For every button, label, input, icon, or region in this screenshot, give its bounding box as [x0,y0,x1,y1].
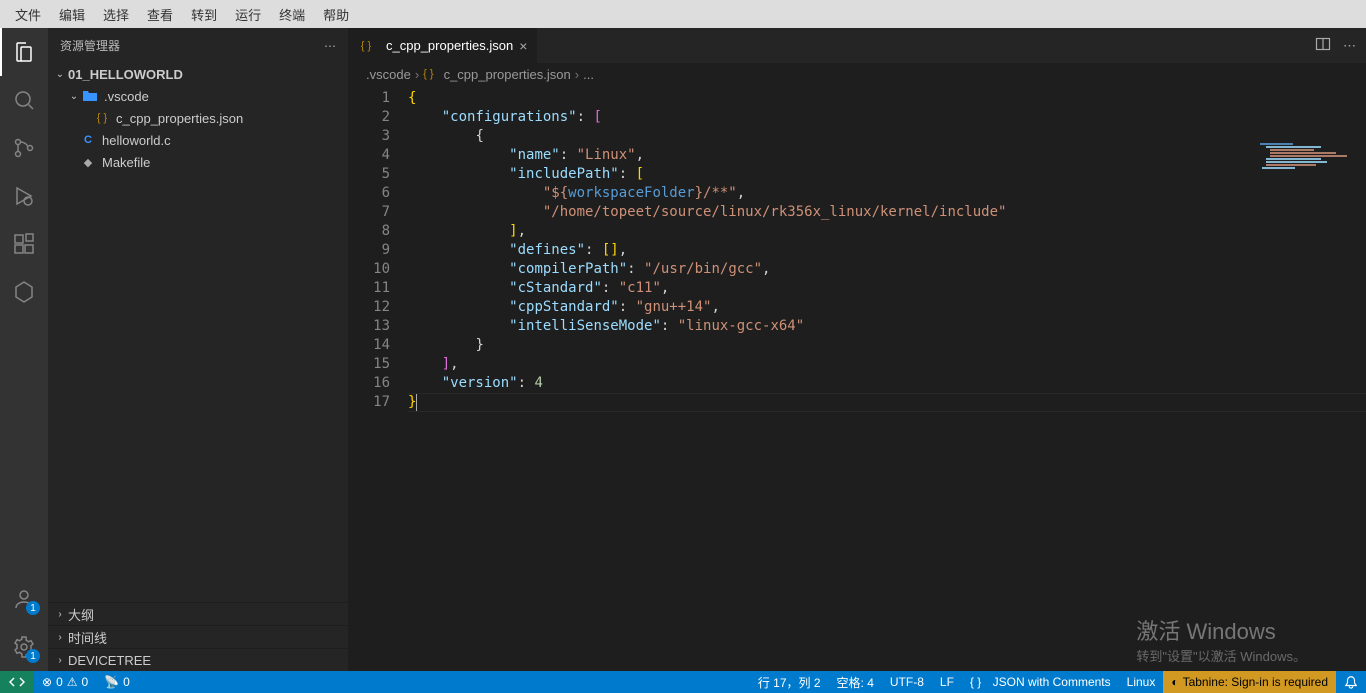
chevron-down-icon: ⌄ [66,91,82,102]
run-debug-icon[interactable] [0,172,48,220]
status-tabnine[interactable]: ◐Tabnine: Sign-in is required [1163,671,1336,693]
panel-outline[interactable]: › 大纲 [48,602,348,625]
activity-bar: 1 1 [0,28,48,671]
json-file-icon: { } [94,110,110,126]
chevron-right-icon: › [415,67,419,82]
settings-icon[interactable]: 1 [0,623,48,671]
panel-timeline[interactable]: › 时间线 [48,625,348,648]
search-icon[interactable] [0,76,48,124]
explorer-sidebar: 资源管理器 ⋯ ⌄ 01_HELLOWORLD ⌄ .vscode { } c_… [48,28,348,671]
makefile-icon: ◆ [80,154,96,170]
menu-select[interactable]: 选择 [94,5,138,24]
line-numbers: 1234567891011121314151617 [348,85,408,671]
status-notifications-icon[interactable] [1336,675,1366,689]
file-tree: ⌄ 01_HELLOWORLD ⌄ .vscode { } c_cpp_prop… [48,63,348,602]
status-os[interactable]: Linux [1119,675,1164,689]
sidebar-title: 资源管理器 [60,37,120,54]
file-c-cpp-properties[interactable]: { } c_cpp_properties.json [48,107,348,129]
code-editor[interactable]: 1234567891011121314151617 { "configurati… [348,85,1366,671]
tab-c-cpp-properties[interactable]: { } c_cpp_properties.json × [348,28,538,63]
status-language[interactable]: { } JSON with Comments [962,675,1119,689]
editor-more-icon[interactable]: ⋯ [1343,38,1356,54]
braces-icon: { } [970,675,981,689]
radio-icon: 📡 [104,675,119,689]
tab-label: c_cpp_properties.json [386,38,513,53]
chevron-right-icon: › [575,67,579,82]
menu-help[interactable]: 帮助 [314,5,358,24]
status-cursor-pos[interactable]: 行 17，列 2 [750,674,829,691]
status-problems[interactable]: ⊗0 ⚠0 [34,675,96,689]
editor-area: { } c_cpp_properties.json × ⋯ .vscode › … [348,28,1366,671]
status-bar: ⊗0 ⚠0 📡0 行 17，列 2 空格: 4 UTF-8 LF { } JSO… [0,671,1366,693]
status-ports[interactable]: 📡0 [96,675,138,689]
c-file-icon: C [80,132,96,148]
menu-go[interactable]: 转到 [182,5,226,24]
file-makefile[interactable]: ◆ Makefile [48,151,348,173]
menu-terminal[interactable]: 终端 [270,5,314,24]
menu-run[interactable]: 运行 [226,5,270,24]
status-indent[interactable]: 空格: 4 [829,674,882,691]
menu-edit[interactable]: 编辑 [50,5,94,24]
error-icon: ⊗ [42,675,52,689]
sidebar-more-icon[interactable]: ⋯ [324,39,336,53]
minimap[interactable] [1256,142,1366,182]
remote-icon[interactable] [0,671,34,693]
menu-view[interactable]: 查看 [138,5,182,24]
menu-file[interactable]: 文件 [6,5,50,24]
accounts-icon[interactable]: 1 [0,575,48,623]
chevron-right-icon: › [52,632,68,643]
chevron-right-icon: › [52,609,68,620]
menubar: 文件 编辑 选择 查看 转到 运行 终端 帮助 [0,0,1366,28]
json-file-icon: { } [358,38,374,54]
status-encoding[interactable]: UTF-8 [882,675,932,689]
chevron-down-icon: ⌄ [52,69,68,80]
panel-devicetree[interactable]: › DEVICETREE [48,648,348,671]
hex-icon[interactable] [0,268,48,316]
code-content[interactable]: { "configurations": [ { "name": "Linux",… [408,85,1366,671]
folder-open-icon [82,88,98,104]
project-root[interactable]: ⌄ 01_HELLOWORLD [48,63,348,85]
status-eol[interactable]: LF [932,675,962,689]
close-icon[interactable]: × [519,38,527,54]
breadcrumb-folder[interactable]: .vscode [366,67,411,82]
chevron-right-icon: › [52,655,68,666]
accounts-badge: 1 [26,601,40,615]
breadcrumb-more[interactable]: ... [583,67,594,82]
explorer-icon[interactable] [0,28,48,76]
json-file-icon: { } [423,66,433,82]
settings-badge: 1 [26,649,40,663]
breadcrumb-file[interactable]: c_cpp_properties.json [444,67,571,82]
warning-icon: ⚠ [67,675,78,689]
file-helloworld-c[interactable]: C helloworld.c [48,129,348,151]
breadcrumbs[interactable]: .vscode › { } c_cpp_properties.json › ..… [348,63,1366,85]
folder-vscode[interactable]: ⌄ .vscode [48,85,348,107]
source-control-icon[interactable] [0,124,48,172]
editor-tabs: { } c_cpp_properties.json × ⋯ [348,28,1366,63]
split-editor-icon[interactable] [1315,36,1331,55]
tabnine-icon: ◐ [1171,675,1178,689]
extensions-icon[interactable] [0,220,48,268]
